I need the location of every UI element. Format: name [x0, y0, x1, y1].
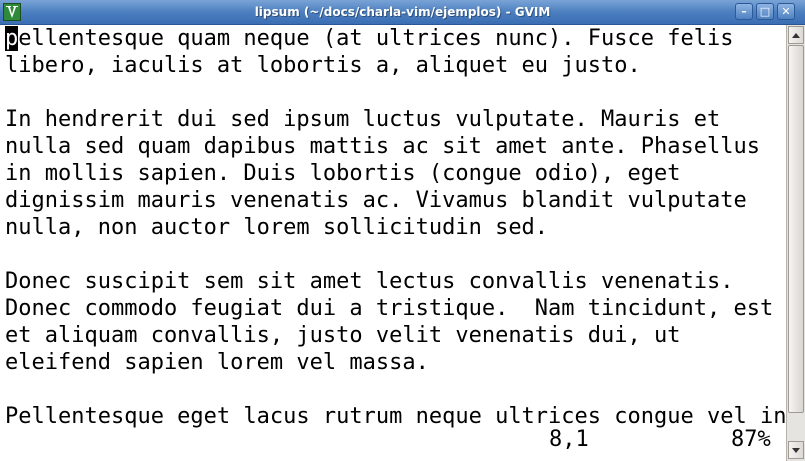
title-bar[interactable]: lipsum (~/docs/charla-vim/ejemplos) - GV…	[0, 0, 805, 25]
buffer-line[interactable]: eleifend sapien lorem vel massa.	[5, 349, 786, 376]
text-cursor: p	[5, 26, 19, 51]
minimize-button[interactable]: –	[735, 3, 753, 20]
buffer-line[interactable]: in mollis sapien. Duis lobortis (congue …	[5, 160, 786, 187]
buffer-line[interactable]	[5, 79, 786, 106]
buffer-line[interactable]	[5, 241, 786, 268]
arrow-up-icon	[792, 33, 800, 38]
buffer-line[interactable]: pellentesque quam neque (at ultrices nun…	[5, 25, 786, 52]
buffer-line[interactable]: In hendrerit dui sed ipsum luctus vulput…	[5, 106, 786, 133]
maximize-button[interactable]: □	[756, 3, 774, 20]
window-title: lipsum (~/docs/charla-vim/ejemplos) - GV…	[254, 5, 551, 19]
buffer-line[interactable]: Donec suscipit sem sit amet lectus conva…	[5, 268, 786, 295]
buffer-line[interactable]: dignissim mauris venenatis ac. Vivamus b…	[5, 187, 786, 214]
cursor-position: 8,1	[549, 427, 589, 452]
buffer-lines: pellentesque quam neque (at ultrices nun…	[5, 25, 786, 430]
text-buffer[interactable]: pellentesque quam neque (at ultrices nun…	[0, 25, 786, 461]
buffer-line[interactable]: et aliquam convallis, justo velit venena…	[5, 322, 786, 349]
buffer-line[interactable]: libero, iaculis at lobortis a, aliquet e…	[5, 52, 786, 79]
scroll-percent: 87%	[731, 427, 771, 452]
gvim-window: lipsum (~/docs/charla-vim/ejemplos) - GV…	[0, 0, 805, 461]
close-button[interactable]: ✕	[777, 3, 795, 20]
ruler-line: 8,1 87%	[5, 426, 780, 453]
buffer-line[interactable]: Donec commodo feugiat dui a tristique. N…	[5, 295, 786, 322]
scrollbar-thumb[interactable]	[788, 45, 804, 413]
vertical-scrollbar[interactable]	[786, 25, 805, 461]
arrow-down-icon	[792, 448, 800, 453]
buffer-line[interactable]	[5, 376, 786, 403]
buffer-line[interactable]: nulla, non auctor lorem sollicitudin sed…	[5, 214, 786, 241]
scroll-down-button[interactable]	[788, 441, 804, 459]
line-text: ellentesque quam neque (at ultrices nunc…	[18, 26, 734, 51]
buffer-line[interactable]: nulla sed quam dapibus mattis ac sit ame…	[5, 133, 786, 160]
scroll-up-button[interactable]	[788, 26, 804, 44]
